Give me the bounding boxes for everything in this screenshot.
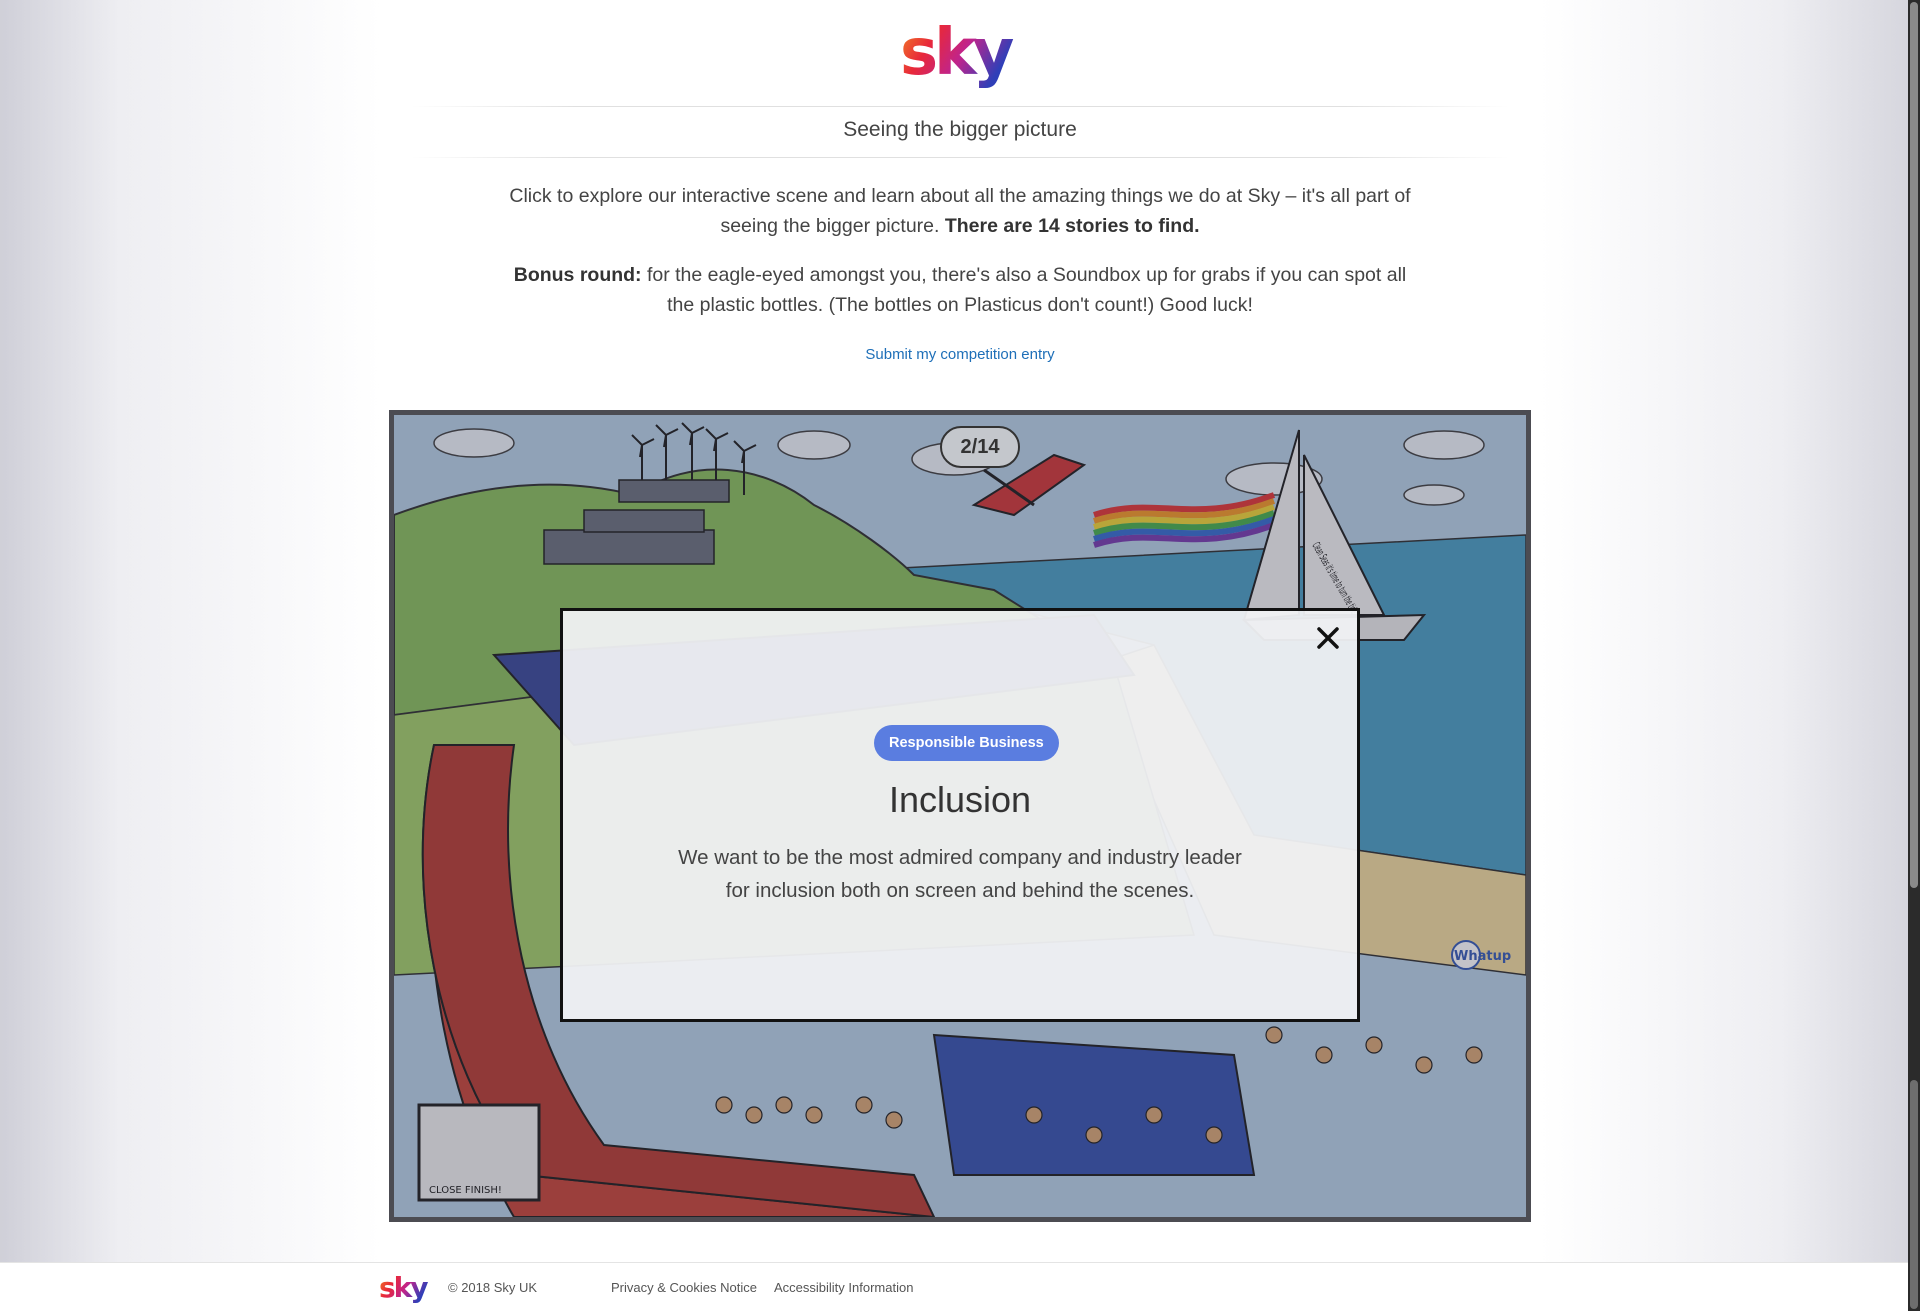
privacy-cookies-link[interactable]: Privacy & Cookies Notice (611, 1280, 757, 1295)
submit-competition-link[interactable]: Submit my competition entry (0, 346, 1920, 363)
accessibility-link[interactable]: Accessibility Information (774, 1280, 913, 1295)
footer-copyright: © 2018 Sky UK (448, 1280, 538, 1295)
intro-bold: There are 14 stories to find. (944, 215, 1200, 237)
divider-bottom (410, 157, 1510, 158)
bonus-text: for the eagle-eyed amongst you, there's … (646, 264, 1407, 316)
page-subtitle: Seeing the bigger picture (843, 118, 1077, 141)
footer: sky © 2018 Sky UK Privacy & Cookies Noti… (0, 1262, 1920, 1312)
footer-logo-text: sky (379, 1271, 428, 1304)
story-modal: Responsible Business Inclusion We want t… (560, 608, 1360, 1022)
modal-body: We want to be the most admired company a… (678, 846, 1242, 902)
bonus-paragraph: Bonus round: for the eagle-eyed amongst … (500, 260, 1420, 320)
scrollbar-thumb[interactable] (1910, 2, 1918, 888)
scrollbar-thumb-lower[interactable] (1910, 1080, 1918, 1309)
modal-title: Inclusion (888, 779, 1032, 820)
bonus-label: Bonus round: (513, 264, 642, 286)
page-scrollbar[interactable] (1908, 0, 1920, 1311)
sky-logo[interactable]: sky (898, 14, 1022, 94)
intro-paragraph: Click to explore our interactive scene a… (500, 181, 1420, 241)
page: sky Seeing the bigger picture Click to e… (0, 0, 1920, 1312)
close-icon[interactable] (1313, 623, 1343, 653)
category-tag: Responsible Business (874, 725, 1059, 761)
sky-logo-text: sky (900, 16, 1014, 90)
story-counter: 2/14 (940, 426, 1020, 468)
divider-top (410, 106, 1510, 107)
footer-sky-logo[interactable]: sky (378, 1271, 428, 1305)
